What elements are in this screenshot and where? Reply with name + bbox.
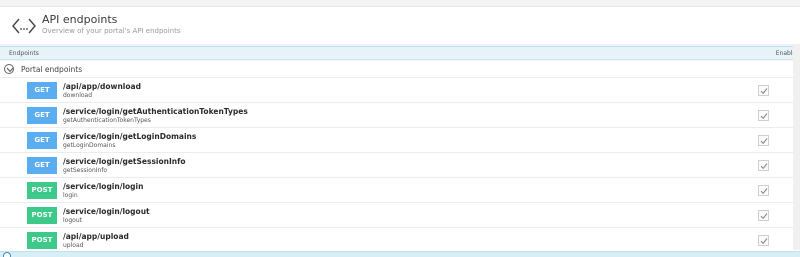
check-icon — [760, 88, 768, 95]
next-group-row[interactable] — [0, 251, 800, 257]
enabled-checkbox[interactable] — [758, 185, 769, 196]
chevron-down-circle-icon[interactable] — [4, 64, 14, 74]
check-icon — [760, 163, 768, 170]
endpoint-row-content: GET/api/app/download download — [27, 78, 800, 102]
endpoint-row-content: POST/service/login/logout logout — [27, 203, 800, 227]
endpoint-row[interactable]: GET/api/app/download download — [0, 78, 800, 103]
endpoint-row[interactable]: GET/service/login/getSessionInfo getSessi… — [0, 153, 800, 178]
enabled-checkbox[interactable] — [758, 210, 769, 221]
endpoint-path: /service/login/getSessionInfo — [63, 157, 186, 166]
method-badge: GET — [27, 132, 57, 149]
method-badge: GET — [27, 82, 57, 99]
endpoint-row-content: GET/service/login/getLoginDomains getLogi… — [27, 128, 800, 152]
check-icon — [760, 188, 768, 195]
page-subtitle: Overview of your portal's API endpoints — [42, 27, 181, 35]
endpoint-row-content: POST/api/app/upload upload — [27, 228, 800, 252]
code-brackets-icon — [11, 13, 37, 39]
endpoint-name: login — [63, 192, 78, 199]
endpoint-name: getAuthenticationTokenTypes — [63, 117, 151, 124]
enabled-checkbox[interactable] — [758, 85, 769, 96]
endpoint-name: upload — [63, 242, 84, 249]
api-endpoints-page: API endpoints Overview of your portal's … — [0, 0, 800, 257]
endpoint-row-content: GET/service/login/getSessionInfo getSessi… — [27, 153, 800, 177]
method-badge: POST — [27, 182, 57, 199]
enabled-checkbox[interactable] — [758, 160, 769, 171]
check-icon — [760, 213, 768, 220]
method-badge: GET — [27, 107, 57, 124]
endpoint-path: /service/login/getLoginDomains — [63, 132, 197, 141]
check-icon — [760, 138, 768, 145]
column-header-endpoints[interactable]: Endpoints — [9, 50, 39, 57]
group-label: Portal endpoints — [21, 65, 83, 74]
check-icon — [760, 238, 768, 245]
page-header: API endpoints Overview of your portal's … — [0, 6, 800, 44]
endpoint-row[interactable]: POST/service/login/logout logout — [0, 203, 800, 228]
endpoint-name: getSessionInfo — [63, 167, 108, 174]
endpoint-row-content: GET/service/login/getAuthenticationToken… — [27, 103, 800, 127]
enabled-checkbox[interactable] — [758, 135, 769, 146]
method-badge: GET — [27, 157, 57, 174]
endpoint-name: getLoginDomains — [63, 142, 116, 149]
endpoint-path: /service/login/login — [63, 182, 144, 191]
endpoint-path: /api/app/upload — [63, 232, 129, 241]
endpoint-row[interactable]: GET/service/login/getLoginDomains getLogi… — [0, 128, 800, 153]
endpoint-row[interactable]: POST/api/app/upload upload — [0, 228, 800, 253]
endpoint-list: GET/api/app/download download GET/service/… — [0, 78, 800, 253]
endpoint-row-content: POST/service/login/login login — [27, 178, 800, 202]
group-row-portal-endpoints[interactable]: Portal endpoints — [0, 61, 800, 78]
endpoint-path: /api/app/download — [63, 82, 141, 91]
method-badge: POST — [27, 207, 57, 224]
enabled-checkbox[interactable] — [758, 110, 769, 121]
endpoint-name: logout — [63, 217, 82, 224]
check-icon — [760, 113, 768, 120]
endpoint-path: /service/login/logout — [63, 207, 150, 216]
enabled-checkbox[interactable] — [758, 235, 769, 246]
endpoint-row[interactable]: GET/service/login/getAuthenticationToken… — [0, 103, 800, 128]
vertical-scrollbar[interactable] — [793, 44, 800, 250]
page-title: API endpoints — [42, 13, 118, 26]
endpoint-path: /service/login/getAuthenticationTokenTyp… — [63, 107, 248, 116]
endpoint-name: download — [63, 92, 93, 99]
expand-circle-icon[interactable] — [3, 252, 11, 257]
endpoint-row[interactable]: POST/service/login/login login — [0, 178, 800, 203]
table-header: Endpoints Enabled — [0, 46, 800, 60]
method-badge: POST — [27, 232, 57, 249]
